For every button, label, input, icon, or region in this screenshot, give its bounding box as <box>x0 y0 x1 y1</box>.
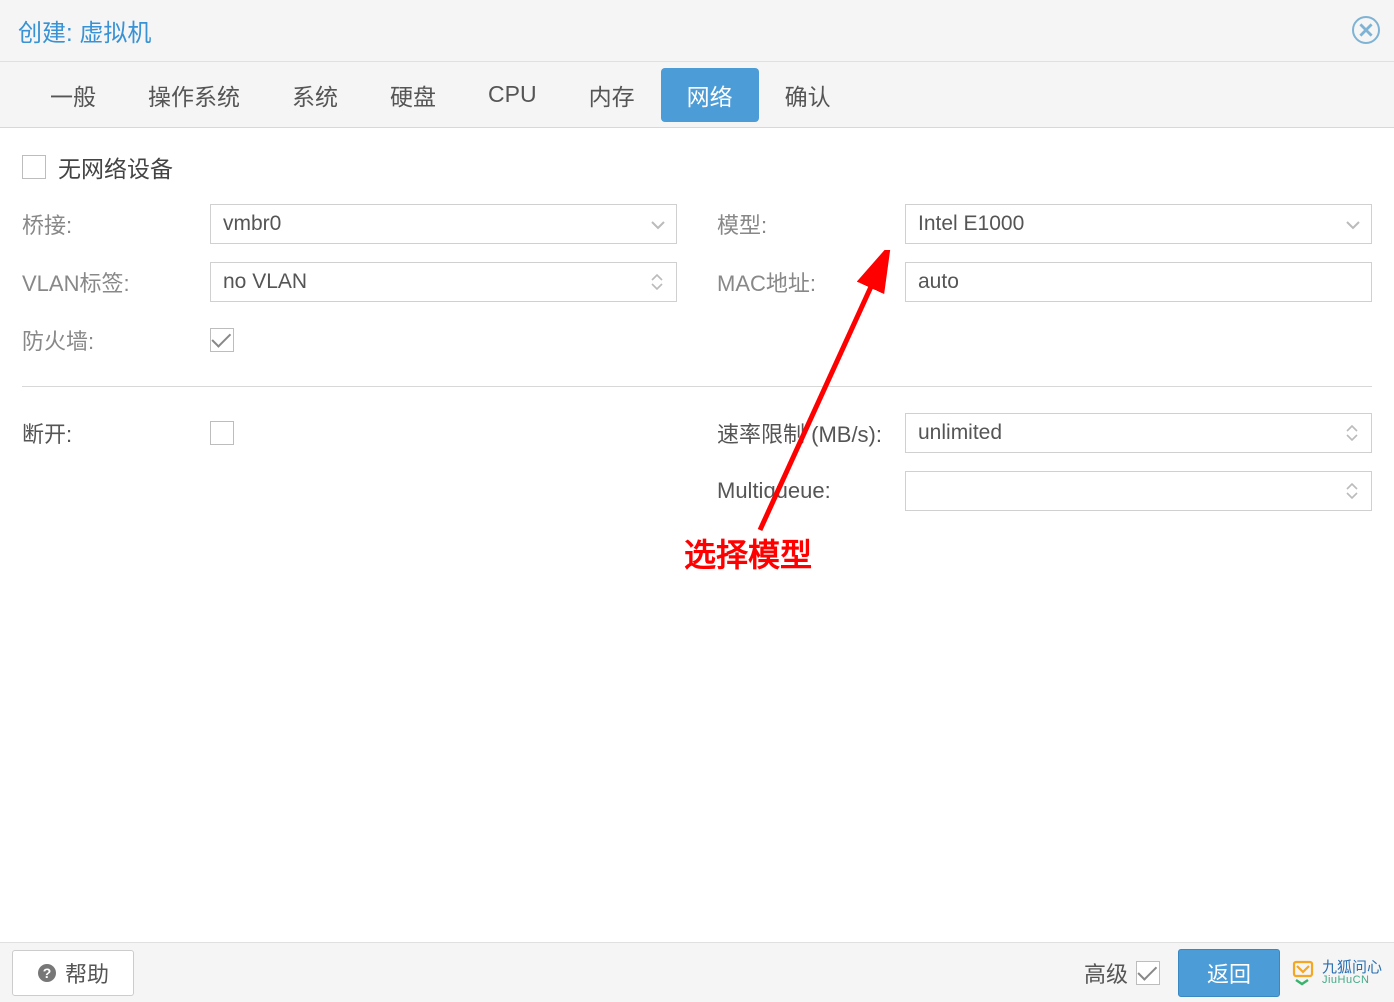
tab-system[interactable]: 系统 <box>266 68 364 122</box>
advanced-label: 高级 <box>1084 957 1128 989</box>
mac-value: auto <box>918 270 959 294</box>
tab-disk[interactable]: 硬盘 <box>364 68 462 122</box>
no-network-checkbox[interactable] <box>22 155 46 179</box>
rate-value: unlimited <box>918 421 1002 445</box>
bridge-select[interactable]: vmbr0 <box>210 204 677 244</box>
tab-general[interactable]: 一般 <box>24 68 122 122</box>
mac-label: MAC地址: <box>717 266 905 298</box>
model-value: Intel E1000 <box>918 212 1024 236</box>
vlan-value: no VLAN <box>223 270 307 294</box>
back-button[interactable]: 返回 <box>1178 949 1280 997</box>
no-network-label: 无网络设备 <box>58 150 173 184</box>
tab-os[interactable]: 操作系统 <box>122 68 266 122</box>
close-button[interactable] <box>1352 16 1380 44</box>
help-button[interactable]: ? 帮助 <box>12 950 134 996</box>
brand-sub: JiuHuCN <box>1322 975 1382 986</box>
annotation-text: 选择模型 <box>684 530 812 576</box>
rate-input[interactable]: unlimited <box>905 413 1372 453</box>
model-select[interactable]: Intel E1000 <box>905 204 1372 244</box>
bridge-label: 桥接: <box>22 208 210 240</box>
vlan-input[interactable]: no VLAN <box>210 262 677 302</box>
help-icon: ? <box>37 963 57 983</box>
wizard-tabs: 一般 操作系统 系统 硬盘 CPU 内存 网络 确认 <box>0 62 1394 128</box>
dialog-header: 创建: 虚拟机 <box>0 0 1394 62</box>
brand-badge: 九狐问心 JiuHuCN <box>1292 960 1382 986</box>
help-label: 帮助 <box>65 957 109 989</box>
disconnect-checkbox[interactable] <box>210 421 234 445</box>
spinner-icon <box>1341 414 1363 452</box>
disconnect-label: 断开: <box>22 417 210 449</box>
model-label: 模型: <box>717 208 905 240</box>
chevron-down-icon <box>1345 212 1361 236</box>
multiqueue-label: Multiqueue: <box>717 478 905 504</box>
mac-input[interactable]: auto <box>905 262 1372 302</box>
right-column: 模型: Intel E1000 MAC地址: auto <box>717 202 1372 376</box>
back-label: 返回 <box>1207 962 1251 987</box>
rate-label: 速率限制 (MB/s): <box>717 417 905 449</box>
firewall-checkbox[interactable] <box>210 328 234 352</box>
advanced-toggle[interactable]: 高级 <box>1084 957 1160 989</box>
tab-memory[interactable]: 内存 <box>563 68 661 122</box>
bridge-value: vmbr0 <box>223 212 281 236</box>
spinner-icon <box>1341 472 1363 510</box>
dialog-title: 创建: 虚拟机 <box>18 13 151 48</box>
tab-confirm[interactable]: 确认 <box>759 68 857 122</box>
tab-cpu[interactable]: CPU <box>462 71 563 118</box>
form-content: 无网络设备 桥接: vmbr0 VLAN标签: no VLAN 防火墙: <box>0 128 1394 527</box>
svg-text:?: ? <box>43 965 52 981</box>
left-column: 桥接: vmbr0 VLAN标签: no VLAN 防火墙: <box>22 202 677 376</box>
section-divider <box>22 386 1372 387</box>
chevron-down-icon <box>650 212 666 236</box>
multiqueue-input[interactable] <box>905 471 1372 511</box>
spinner-icon <box>646 263 668 301</box>
dialog-footer: ? 帮助 高级 返回 九狐问心 JiuHuCN <box>0 942 1394 1002</box>
tab-network[interactable]: 网络 <box>661 68 759 122</box>
close-icon <box>1359 23 1373 37</box>
vlan-label: VLAN标签: <box>22 266 210 298</box>
brand-top: 九狐问心 <box>1322 960 1382 975</box>
firewall-label: 防火墙: <box>22 324 210 356</box>
advanced-checkbox[interactable] <box>1136 961 1160 985</box>
brand-icon <box>1292 960 1318 986</box>
